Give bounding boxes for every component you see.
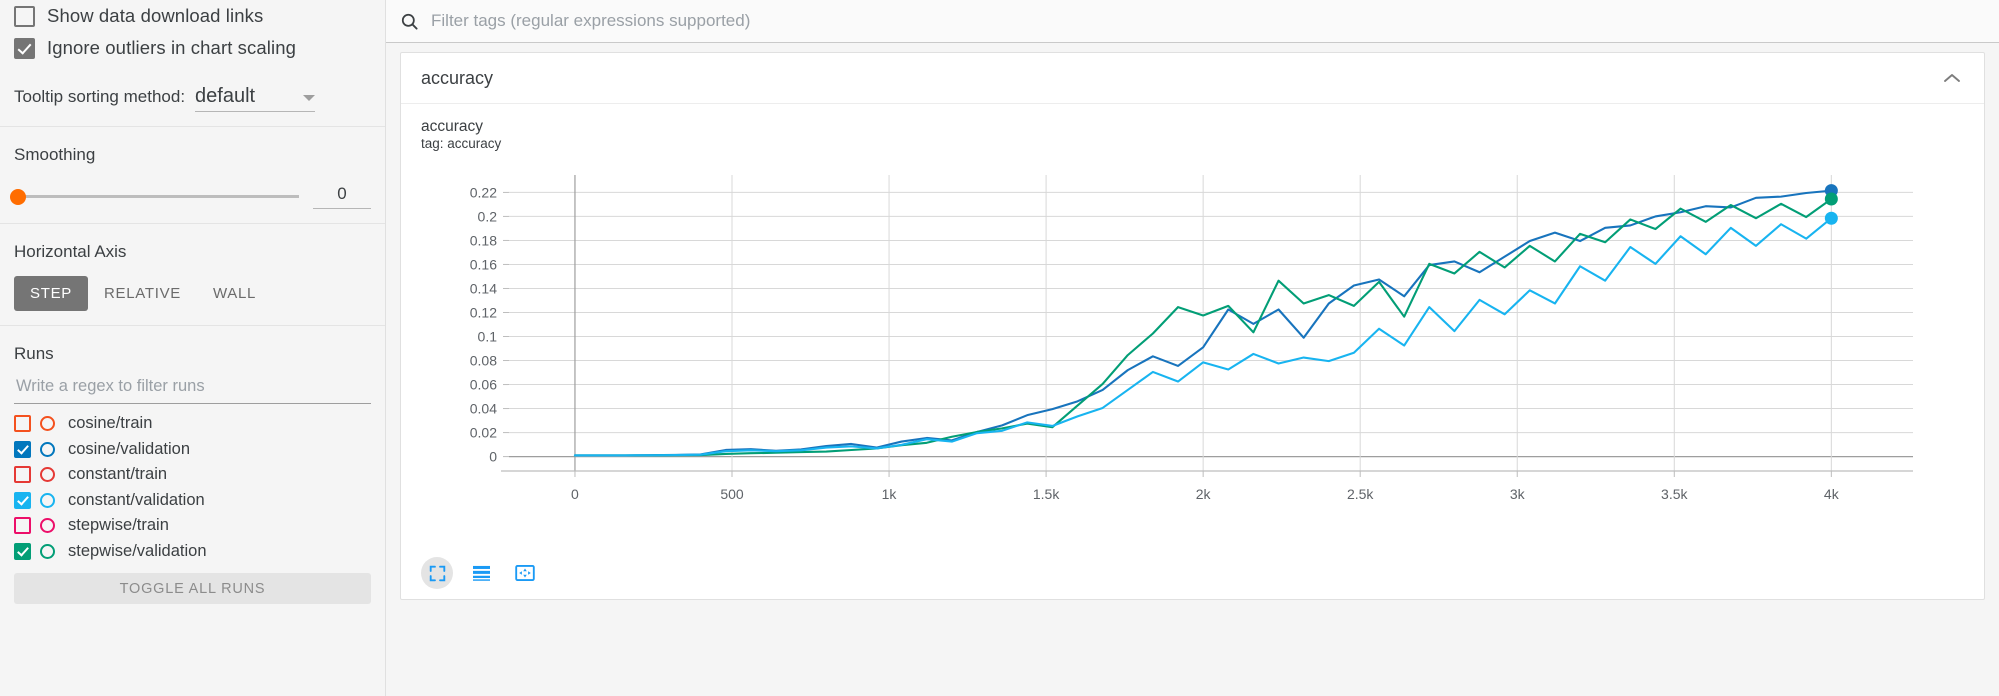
runs-list: cosine/train cosine/validation constant/…	[14, 411, 371, 564]
axis-button-wall[interactable]: WALL	[197, 276, 272, 311]
run-label: cosine/validation	[68, 440, 190, 459]
divider	[0, 223, 385, 224]
chart-heading: accuracy tag: accuracy	[401, 104, 1984, 153]
runs-title: Runs	[14, 344, 371, 364]
search-icon	[400, 12, 419, 31]
svg-text:0.16: 0.16	[470, 257, 497, 273]
smoothing-group: Smoothing 0	[0, 145, 385, 209]
run-item-constant-train[interactable]: constant/train	[14, 462, 371, 488]
axis-button-step[interactable]: STEP	[14, 276, 88, 311]
svg-text:1.5k: 1.5k	[1033, 486, 1060, 502]
horizontal-axis-group: Horizontal Axis STEP RELATIVE WALL	[0, 242, 385, 311]
chart-subtitle: tag: accuracy	[421, 136, 1984, 153]
horizontal-axis-buttons: STEP RELATIVE WALL	[14, 276, 371, 311]
smoothing-row: 0	[14, 184, 371, 209]
svg-text:0.02: 0.02	[470, 425, 497, 441]
tooltip-sorting-value: default	[195, 85, 255, 108]
run-label: constant/train	[68, 465, 167, 484]
accuracy-card-title: accuracy	[421, 68, 493, 89]
checkbox-box[interactable]	[14, 6, 35, 27]
run-color-circle[interactable]	[40, 493, 55, 508]
run-item-stepwise-validation[interactable]: stepwise/validation	[14, 539, 371, 565]
svg-text:1k: 1k	[882, 486, 898, 502]
display-options-group: Show data download links Ignore outliers…	[0, 0, 385, 112]
run-label: stepwise/validation	[68, 542, 207, 561]
svg-text:0.12: 0.12	[470, 305, 497, 321]
fit-domain-icon[interactable]	[509, 557, 541, 589]
tooltip-sorting-select[interactable]: default	[195, 85, 315, 112]
run-checkbox[interactable]	[14, 543, 31, 560]
run-item-constant-validation[interactable]: constant/validation	[14, 488, 371, 514]
svg-text:0.14: 0.14	[470, 281, 497, 297]
run-color-circle[interactable]	[40, 518, 55, 533]
svg-text:0.22: 0.22	[470, 185, 497, 201]
divider	[0, 126, 385, 127]
tooltip-sorting-method-row: Tooltip sorting method: default	[14, 78, 371, 112]
card-container: accuracy accuracy tag: accuracy 0 0.02 0.0…	[386, 43, 1999, 600]
svg-text:3k: 3k	[1510, 486, 1526, 502]
run-checkbox[interactable]	[14, 492, 31, 509]
settings-sidebar: Show data download links Ignore outliers…	[0, 0, 386, 696]
run-item-stepwise-train[interactable]: stepwise/train	[14, 513, 371, 539]
accuracy-card: accuracy accuracy tag: accuracy 0 0.02 0.0…	[400, 52, 1985, 600]
chart-title: accuracy	[421, 117, 1984, 136]
chevron-up-icon[interactable]	[1942, 72, 1962, 85]
main-panel: accuracy accuracy tag: accuracy 0 0.02 0.0…	[386, 0, 1999, 696]
svg-text:0.2: 0.2	[478, 209, 498, 225]
run-checkbox[interactable]	[14, 441, 31, 458]
run-checkbox[interactable]	[14, 517, 31, 534]
run-color-circle[interactable]	[40, 544, 55, 559]
accuracy-line-chart[interactable]: 0 0.02 0.04 0.06 0.08 0.1 0.12 0.14 0.16 0.18 0.2 0…	[401, 153, 1961, 553]
axis-button-relative[interactable]: RELATIVE	[88, 276, 197, 311]
chart-toolbar	[401, 553, 1984, 599]
smoothing-slider-thumb[interactable]	[10, 189, 26, 205]
smoothing-title: Smoothing	[14, 145, 371, 165]
svg-text:0.1: 0.1	[478, 329, 498, 345]
svg-text:0: 0	[571, 486, 579, 502]
run-color-circle[interactable]	[40, 442, 55, 457]
horizontal-axis-title: Horizontal Axis	[14, 242, 371, 262]
checkbox-ignore-outliers[interactable]: Ignore outliers in chart scaling	[14, 32, 371, 64]
tag-filter-input[interactable]	[429, 10, 1985, 32]
svg-text:3.5k: 3.5k	[1661, 486, 1688, 502]
divider	[0, 325, 385, 326]
tag-filter-bar	[386, 0, 1999, 43]
checkbox-label: Show data download links	[47, 5, 263, 27]
run-label: cosine/train	[68, 414, 152, 433]
data-table-icon[interactable]	[465, 557, 497, 589]
run-checkbox[interactable]	[14, 415, 31, 432]
svg-text:4k: 4k	[1824, 486, 1840, 502]
runs-filter-field[interactable]	[14, 376, 371, 404]
svg-text:0: 0	[489, 449, 497, 465]
chevron-down-icon	[303, 95, 315, 101]
accuracy-card-header[interactable]: accuracy	[401, 53, 1984, 104]
svg-text:0.18: 0.18	[470, 233, 497, 249]
checkbox-box[interactable]	[14, 38, 35, 59]
runs-group: Runs cosine/train cosine/validation	[0, 344, 385, 604]
run-label: stepwise/train	[68, 516, 169, 535]
smoothing-slider[interactable]	[18, 195, 299, 198]
tooltip-sorting-label: Tooltip sorting method:	[14, 87, 185, 112]
run-item-cosine-train[interactable]: cosine/train	[14, 411, 371, 437]
svg-text:0.04: 0.04	[470, 401, 497, 417]
svg-text:500: 500	[720, 486, 744, 502]
checkbox-show-data-download-links[interactable]: Show data download links	[14, 0, 371, 32]
checkbox-label: Ignore outliers in chart scaling	[47, 37, 296, 59]
runs-filter-input[interactable]	[14, 376, 371, 397]
toggle-all-runs-button[interactable]: TOGGLE ALL RUNS	[14, 573, 371, 604]
run-label: constant/validation	[68, 491, 205, 510]
expand-chart-icon[interactable]	[421, 557, 453, 589]
svg-text:2.5k: 2.5k	[1347, 486, 1374, 502]
run-item-cosine-validation[interactable]: cosine/validation	[14, 437, 371, 463]
svg-text:2k: 2k	[1196, 486, 1212, 502]
run-checkbox[interactable]	[14, 466, 31, 483]
run-color-circle[interactable]	[40, 416, 55, 431]
smoothing-value-input[interactable]: 0	[313, 184, 371, 209]
svg-text:0.08: 0.08	[470, 353, 497, 369]
svg-text:0.06: 0.06	[470, 377, 497, 393]
run-color-circle[interactable]	[40, 467, 55, 482]
